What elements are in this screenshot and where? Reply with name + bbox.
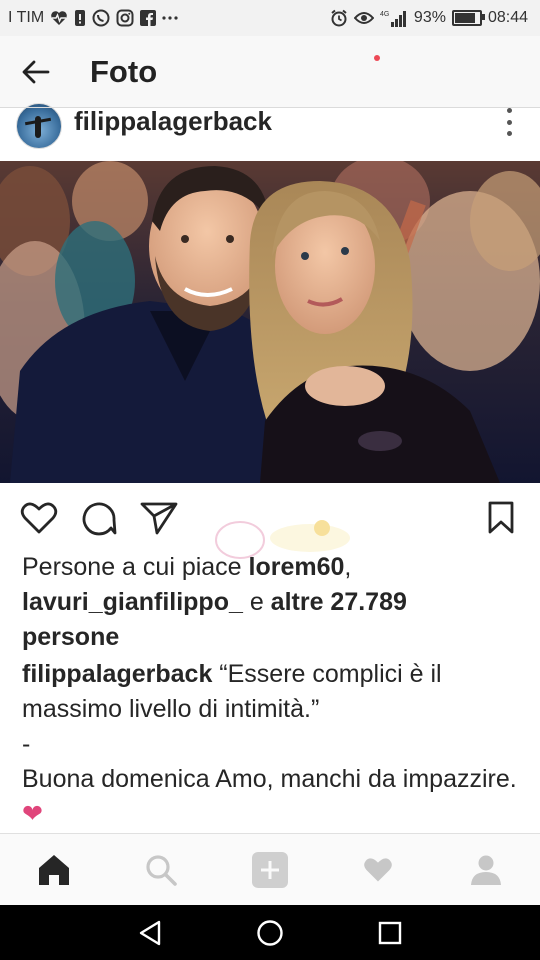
signal-icon: 4G [380, 9, 408, 27]
comment-icon [82, 502, 117, 536]
tab-profile[interactable] [458, 846, 514, 894]
heart-icon [20, 502, 58, 534]
caption-text: filippalagerback “Essere complici è il m… [22, 657, 522, 727]
share-button[interactable] [137, 496, 181, 540]
app-header: Foto [0, 36, 540, 108]
save-button[interactable] [479, 496, 523, 540]
activity-notification-dot [374, 55, 380, 61]
instagram-icon [116, 9, 134, 27]
likes-conj: e [242, 588, 271, 616]
alarm-icon [330, 9, 348, 27]
nav-recents-button[interactable] [370, 913, 410, 953]
likes-line: Persone a cui piace lorem60, lavuri_gian… [22, 550, 522, 655]
tab-activity[interactable] [350, 846, 406, 894]
eye-icon [353, 9, 374, 27]
more-dots-icon [162, 9, 178, 27]
likes-others-link[interactable]: altre 27.789 [271, 588, 407, 616]
likes-prefix: Persone a cui piace [22, 553, 249, 581]
android-nav-bar [0, 905, 540, 960]
back-button[interactable] [8, 44, 64, 100]
comment-button[interactable] [77, 496, 121, 540]
header-divider [0, 107, 540, 108]
search-icon [146, 855, 177, 886]
liker-link-2[interactable]: lavuri_gianfilippo_ [22, 588, 243, 616]
tab-search[interactable] [133, 846, 189, 894]
caption-dash: - [22, 730, 31, 758]
post-photo-illustration [0, 161, 540, 483]
add-icon [252, 852, 288, 888]
likes-persone[interactable]: persone [22, 623, 119, 651]
more-dot-icon [506, 119, 512, 125]
tab-add[interactable] [242, 846, 298, 894]
page-title: Foto [90, 54, 158, 89]
clock: 08:44 [487, 9, 528, 26]
likes-comma: , [344, 553, 352, 581]
more-dot-icon [506, 131, 512, 136]
post-photo[interactable] [0, 161, 540, 483]
caption-line2: Buona domenica Amo, manchi da impazzire.… [22, 762, 522, 832]
more-options-button[interactable] [502, 108, 516, 136]
heart-emoji-icon: ❤ [22, 800, 43, 828]
like-button[interactable] [17, 496, 61, 540]
circle-home-icon [257, 920, 283, 946]
triangle-back-icon [139, 920, 161, 946]
bottom-tab-bar [0, 833, 540, 906]
more-dot-icon [506, 108, 512, 113]
caption-body-2: Buona domenica Amo, manchi da impazzire. [22, 765, 517, 793]
arrow-left-icon [22, 60, 50, 84]
battery-icon [451, 10, 485, 26]
whatsapp-icon [92, 9, 110, 27]
heart-pulse-icon [50, 9, 68, 27]
profile-icon [471, 855, 501, 885]
status-bar-left: I TIM [0, 9, 178, 27]
nav-back-button[interactable] [130, 913, 170, 953]
tab-home[interactable] [26, 846, 82, 894]
home-icon [39, 855, 69, 885]
battery-fill [454, 13, 476, 23]
activity-heart-icon [364, 858, 392, 882]
network-label: 4G [380, 11, 389, 18]
square-recents-icon [378, 921, 402, 945]
post-caption-area: Persone a cui piace lorem60, lavuri_gian… [22, 550, 522, 832]
battery-percent: 93% [413, 9, 446, 26]
caption-author-link[interactable]: filippalagerback [22, 660, 212, 688]
avatar[interactable] [16, 103, 62, 149]
post-username[interactable]: filippalagerback [74, 106, 272, 137]
notification-icon [74, 9, 86, 27]
carrier-label: I TIM [8, 9, 45, 26]
status-bar: I TIM 4G 93% 08:44 [0, 0, 540, 36]
nav-home-button[interactable] [250, 913, 290, 953]
send-icon [140, 502, 178, 535]
bookmark-icon [488, 501, 514, 534]
facebook-icon [140, 9, 157, 27]
post-header: filippalagerback [0, 100, 540, 156]
liker-link-1[interactable]: lorem60 [249, 553, 345, 581]
status-bar-right: 4G 93% 08:44 [330, 0, 528, 36]
